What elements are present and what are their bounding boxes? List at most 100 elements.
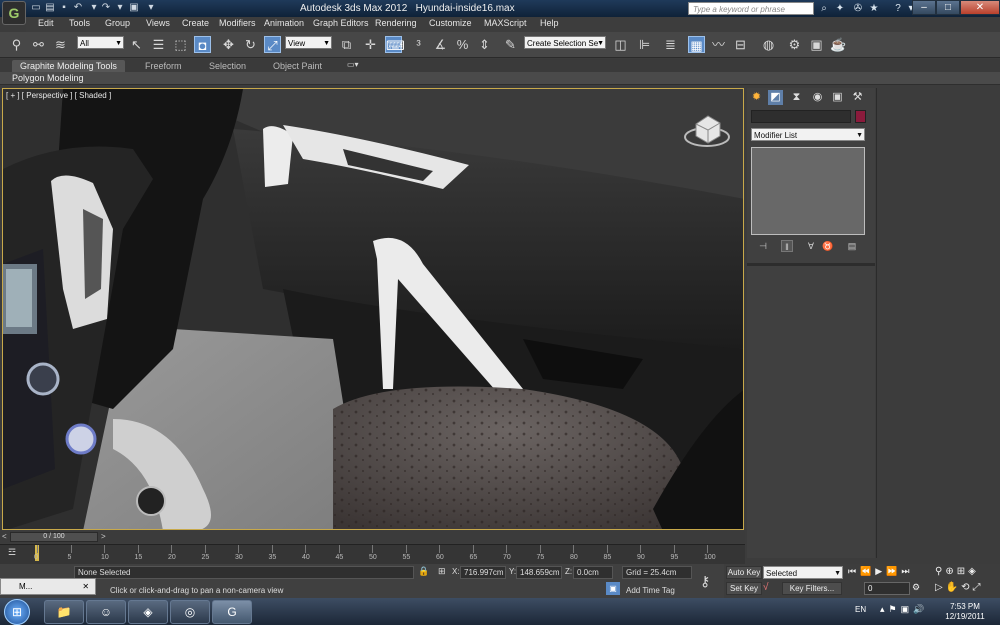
rectangle-selection-icon[interactable]: ⬚ [172, 36, 189, 53]
modify-tab-icon[interactable]: ◩ [768, 90, 783, 105]
key-filters-button[interactable]: Key Filters... [782, 582, 842, 595]
menu-graph-editors[interactable]: Graph Editors [313, 18, 369, 28]
auto-key-button[interactable]: Auto Key [726, 566, 762, 579]
time-configuration-icon[interactable]: ⚙ [912, 582, 920, 593]
pan-orbit-icons[interactable]: ▷✋⟲⤢ [935, 582, 984, 593]
pivot-center-icon[interactable]: ⧉ [338, 36, 355, 53]
ribbon-options-icon[interactable]: ▭▾ [347, 60, 361, 70]
x-coord-field[interactable]: 716.997cm [460, 566, 506, 579]
previous-frame-icon[interactable]: < [2, 532, 7, 541]
keyboard-shortcut-override-icon[interactable]: ⌨ [385, 36, 405, 53]
tab-selection[interactable]: Selection [201, 60, 254, 72]
communication-center-icon[interactable]: ✇ [851, 2, 865, 15]
add-time-tag-button[interactable]: Add Time Tag [626, 586, 675, 595]
undo-dropdown-icon[interactable]: ▾ [88, 2, 100, 14]
pin-stack-icon[interactable]: ⊣ [757, 240, 769, 252]
align-icon[interactable]: ⊫ [636, 36, 653, 53]
language-indicator[interactable]: EN [855, 605, 866, 614]
perspective-viewport[interactable] [2, 88, 744, 530]
rendered-frame-window-icon[interactable]: ▣ [808, 36, 825, 53]
spinner-snap-icon[interactable]: ⇕ [476, 36, 493, 53]
viewport-navigation-icons[interactable]: ⚲⊕⊞◈ [935, 566, 979, 577]
menu-maxscript[interactable]: MAXScript [484, 18, 527, 28]
menu-rendering[interactable]: Rendering [375, 18, 417, 28]
polygon-modeling-panel[interactable]: Polygon Modeling [0, 72, 1000, 85]
display-tab-icon[interactable]: ▣ [830, 90, 845, 105]
select-object-icon[interactable]: ↖ [128, 36, 145, 53]
clock[interactable]: 7:53 PM 12/19/2011 [940, 602, 990, 622]
render-production-icon[interactable]: ☕ [830, 36, 847, 53]
reference-coordinate-dropdown[interactable]: View ▼ [285, 36, 332, 49]
menu-views[interactable]: Views [146, 18, 170, 28]
system-tray-icons[interactable]: ▴⚑▣🔊 [880, 604, 928, 615]
app-taskbar-icon[interactable]: ◈ [128, 600, 168, 624]
bind-space-warp-icon[interactable]: ≋ [52, 36, 69, 53]
app-menu-button[interactable]: G [2, 1, 26, 25]
modifier-list-dropdown[interactable]: Modifier List ▼ [751, 128, 865, 141]
time-slider-thumb[interactable]: 0 / 100 [10, 532, 98, 542]
unlink-icon[interactable]: ⚯ [30, 36, 47, 53]
render-setup-icon[interactable]: ⚙ [786, 36, 803, 53]
minimized-window-button[interactable]: M... ✕ [0, 578, 96, 595]
search-icon[interactable]: ⌕ [817, 2, 831, 15]
select-by-name-icon[interactable]: ☰ [150, 36, 167, 53]
3dsmax-taskbar-icon[interactable]: G [212, 600, 252, 624]
tab-object-paint[interactable]: Object Paint [265, 60, 330, 72]
menu-group[interactable]: Group [105, 18, 130, 28]
show-end-result-icon[interactable]: ‖ [781, 240, 793, 252]
configure-modifier-sets-icon[interactable]: ▤ [846, 240, 858, 252]
maximize-button[interactable]: □ [936, 0, 960, 15]
menu-animation[interactable]: Animation [264, 18, 304, 28]
subscription-icon[interactable]: ✦ [833, 2, 847, 15]
tab-graphite-modeling-tools[interactable]: Graphite Modeling Tools [12, 60, 125, 72]
set-keys-icon[interactable]: √ [763, 582, 779, 595]
angle-snap-icon[interactable]: ∡ [432, 36, 449, 53]
percent-snap-icon[interactable]: % [454, 36, 471, 53]
new-file-icon[interactable]: ▭ [30, 2, 42, 14]
set-key-button[interactable]: Set Key [726, 582, 762, 595]
close-button[interactable]: ✕ [960, 0, 1000, 15]
select-scale-icon[interactable]: ⤢ [264, 36, 281, 53]
key-icon[interactable]: ⚷ [700, 573, 710, 590]
menu-tools[interactable]: Tools [69, 18, 90, 28]
select-manipulate-icon[interactable]: ✛ [362, 36, 379, 53]
mirror-icon[interactable]: ◫ [612, 36, 629, 53]
remove-modifier-icon[interactable]: ♉ [822, 240, 834, 252]
menu-create[interactable]: Create [182, 18, 209, 28]
y-coord-field[interactable]: 148.659cm [516, 566, 562, 579]
playback-controls[interactable]: ⏮⏪▶⏩⏭ [848, 566, 914, 577]
undo-icon[interactable]: ↶ [72, 2, 84, 14]
menu-help[interactable]: Help [540, 18, 559, 28]
modifier-stack[interactable] [751, 147, 865, 235]
current-frame-field[interactable]: 0 [864, 582, 910, 595]
start-button[interactable]: ⊞ [4, 599, 30, 625]
edit-named-selection-icon[interactable]: ✎ [502, 36, 519, 53]
object-color-swatch[interactable] [855, 110, 866, 123]
window-crossing-icon[interactable]: ◘ [194, 36, 211, 53]
layer-manager-icon[interactable]: ≣ [662, 36, 679, 53]
lock-selection-icon[interactable]: 🔒 [418, 566, 429, 577]
search-input[interactable]: Type a keyword or phrase [688, 2, 814, 15]
schematic-view-icon[interactable]: ⊟ [732, 36, 749, 53]
viewport-label[interactable]: [ + ] [ Perspective ] [ Shaded ] [6, 91, 111, 100]
time-tag-icon[interactable]: ▣ [606, 582, 620, 595]
viewcube-icon[interactable] [684, 110, 730, 150]
z-coord-field[interactable]: 0.0cm [573, 566, 613, 579]
key-mode-dropdown[interactable]: Selected ▼ [763, 566, 843, 579]
time-slider-track[interactable] [0, 531, 745, 543]
link-icon[interactable]: ⚲ [8, 36, 25, 53]
close-icon[interactable]: ✕ [82, 582, 89, 591]
tab-freeform[interactable]: Freeform [137, 60, 190, 72]
save-file-icon[interactable]: ▪ [58, 2, 70, 14]
redo-dropdown-icon[interactable]: ▾ [114, 2, 126, 14]
menu-edit[interactable]: Edit [38, 18, 54, 28]
explorer-taskbar-icon[interactable]: 📁 [44, 600, 84, 624]
selection-filter-dropdown[interactable]: All ▼ [77, 36, 124, 49]
chrome-taskbar-icon[interactable]: ◎ [170, 600, 210, 624]
material-editor-icon[interactable]: ◍ [760, 36, 777, 53]
named-selection-set-dropdown[interactable]: Create Selection Se ▼ [524, 36, 606, 49]
project-folder-icon[interactable]: ▣ [128, 2, 140, 14]
hierarchy-tab-icon[interactable]: ⧗ [789, 90, 804, 105]
absolute-mode-icon[interactable]: ⊞ [438, 566, 446, 577]
object-name-field[interactable] [751, 110, 851, 123]
